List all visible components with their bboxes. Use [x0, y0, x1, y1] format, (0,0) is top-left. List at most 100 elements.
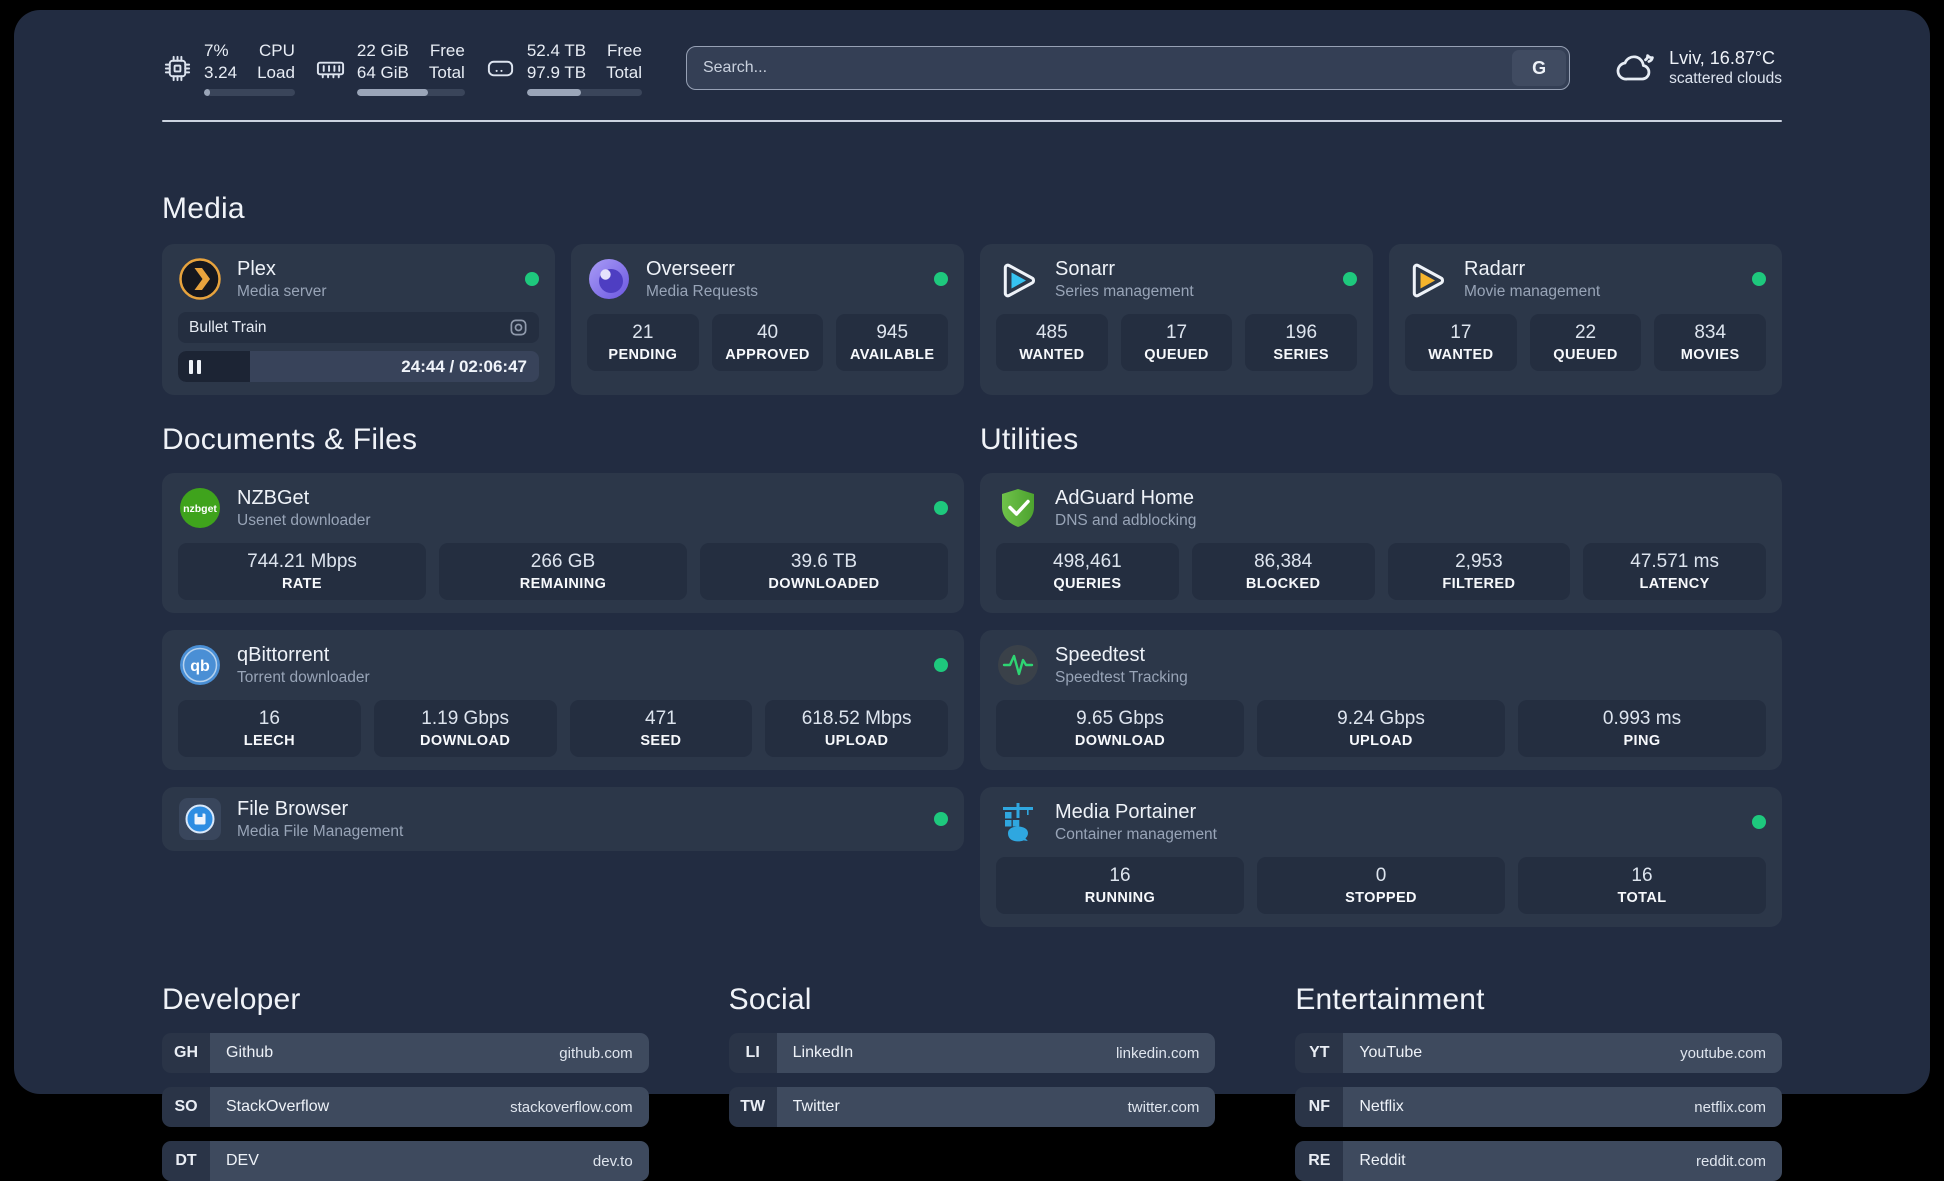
- service-card-adguard[interactable]: AdGuard Home DNS and adblocking 498,461Q…: [980, 473, 1782, 613]
- link-name: LinkedIn: [793, 1044, 854, 1062]
- section-heading-utilities: Utilities: [980, 423, 1782, 457]
- link-abbr: NF: [1295, 1087, 1343, 1127]
- overseerr-icon: [587, 257, 631, 301]
- link-name: Twitter: [793, 1098, 840, 1116]
- stat-tile: 471SEED: [570, 700, 753, 757]
- stat-tile: 0.993 msPING: [1518, 700, 1766, 757]
- weather-location-temp: Lviv, 16.87°C: [1669, 48, 1782, 69]
- pause-button[interactable]: [189, 360, 201, 374]
- status-dot: [934, 272, 948, 286]
- service-title: AdGuard Home: [1055, 487, 1196, 510]
- link-name: YouTube: [1359, 1044, 1422, 1062]
- service-title: Sonarr: [1055, 258, 1194, 281]
- radarr-icon: [1405, 257, 1449, 301]
- stat-tile: 0STOPPED: [1257, 857, 1505, 914]
- speedtest-icon: [996, 643, 1040, 687]
- link-url: stackoverflow.com: [510, 1099, 633, 1116]
- service-subtitle: Media File Management: [237, 823, 403, 841]
- service-title: NZBGet: [237, 487, 371, 510]
- playback-time: 24:44 / 02:06:47: [401, 357, 527, 377]
- service-subtitle: Media server: [237, 283, 327, 301]
- service-title: Plex: [237, 258, 327, 281]
- service-title: qBittorrent: [237, 644, 370, 667]
- stat-tile: 16LEECH: [178, 700, 361, 757]
- service-card-filebrowser[interactable]: File Browser Media File Management: [162, 787, 964, 851]
- service-card-qbittorrent[interactable]: qb qBittorrent Torrent downloader 16LEEC…: [162, 630, 964, 770]
- stat-tile: 17WANTED: [1405, 314, 1517, 371]
- system-stat-cpu: 7% 3.24 CPU Load: [162, 40, 295, 96]
- service-card-nzbget[interactable]: nzbget NZBGet Usenet downloader 744.21 M…: [162, 473, 964, 613]
- link-row-stackoverflow[interactable]: SO StackOverflow stackoverflow.com: [162, 1087, 649, 1127]
- link-row-linkedin[interactable]: LI LinkedIn linkedin.com: [729, 1033, 1216, 1073]
- stat-tile: 21PENDING: [587, 314, 699, 371]
- service-subtitle: Series management: [1055, 283, 1194, 301]
- status-dot: [934, 812, 948, 826]
- filebrowser-icon: [178, 797, 222, 841]
- service-subtitle: DNS and adblocking: [1055, 512, 1196, 530]
- cpu-load-label: Load: [257, 62, 295, 84]
- link-url: github.com: [559, 1045, 632, 1062]
- status-dot: [934, 501, 948, 515]
- link-name: Reddit: [1359, 1152, 1405, 1170]
- search-input[interactable]: [687, 47, 1509, 89]
- status-dot: [1752, 815, 1766, 829]
- storage-total-label: Total: [606, 62, 642, 84]
- link-name: DEV: [226, 1152, 259, 1170]
- link-url: reddit.com: [1696, 1153, 1766, 1170]
- service-title: Radarr: [1464, 258, 1600, 281]
- link-row-dev[interactable]: DT DEV dev.to: [162, 1141, 649, 1181]
- stat-tile: 498,461QUERIES: [996, 543, 1179, 600]
- weather-condition: scattered clouds: [1669, 70, 1782, 88]
- service-card-overseerr[interactable]: Overseerr Media Requests 21PENDING 40APP…: [571, 244, 964, 395]
- stat-tile: 39.6 TBDOWNLOADED: [700, 543, 948, 600]
- stat-tile: 9.65 GbpsDOWNLOAD: [996, 700, 1244, 757]
- link-abbr: GH: [162, 1033, 210, 1073]
- section-heading-documents: Documents & Files: [162, 423, 964, 457]
- stat-tile: 744.21 MbpsRATE: [178, 543, 426, 600]
- stat-tile: 945AVAILABLE: [836, 314, 948, 371]
- link-row-netflix[interactable]: NF Netflix netflix.com: [1295, 1087, 1782, 1127]
- link-row-twitter[interactable]: TW Twitter twitter.com: [729, 1087, 1216, 1127]
- cloud-icon: [1614, 47, 1656, 89]
- link-abbr: TW: [729, 1087, 777, 1127]
- adguard-icon: [996, 486, 1040, 530]
- service-subtitle: Movie management: [1464, 283, 1600, 301]
- cpu-icon: [162, 53, 193, 84]
- stat-tile: 1.19 GbpsDOWNLOAD: [374, 700, 557, 757]
- storage-free-value: 52.4 TB: [527, 40, 586, 62]
- links-column-developer: Developer GH Github github.com SO StackO…: [162, 983, 649, 1181]
- nzbget-icon: nzbget: [178, 486, 222, 530]
- media-grid: Plex Media server Bullet Train 24:44 / 0…: [162, 244, 1782, 395]
- stat-tile: 86,384BLOCKED: [1192, 543, 1375, 600]
- memory-free-value: 22 GiB: [357, 40, 409, 62]
- service-card-portainer[interactable]: Media Portainer Container management 16R…: [980, 787, 1782, 927]
- service-card-speedtest[interactable]: Speedtest Speedtest Tracking 9.65 GbpsDO…: [980, 630, 1782, 770]
- service-subtitle: Media Requests: [646, 283, 758, 301]
- service-title: Speedtest: [1055, 644, 1188, 667]
- link-row-youtube[interactable]: YT YouTube youtube.com: [1295, 1033, 1782, 1073]
- link-url: twitter.com: [1128, 1099, 1200, 1116]
- service-card-sonarr[interactable]: Sonarr Series management 485WANTED 17QUE…: [980, 244, 1373, 395]
- service-card-plex[interactable]: Plex Media server Bullet Train 24:44 / 0…: [162, 244, 555, 395]
- system-stat-memory: 22 GiB 64 GiB Free Total: [315, 40, 465, 96]
- service-subtitle: Usenet downloader: [237, 512, 371, 530]
- search-engine-button[interactable]: G: [1512, 50, 1566, 86]
- service-card-radarr[interactable]: Radarr Movie management 17WANTED 22QUEUE…: [1389, 244, 1782, 395]
- link-abbr: DT: [162, 1141, 210, 1181]
- link-row-github[interactable]: GH Github github.com: [162, 1033, 649, 1073]
- svg-text:nzbget: nzbget: [183, 503, 217, 515]
- link-row-reddit[interactable]: RE Reddit reddit.com: [1295, 1141, 1782, 1181]
- link-url: dev.to: [593, 1153, 633, 1170]
- service-subtitle: Container management: [1055, 826, 1217, 844]
- stat-tile: 40APPROVED: [712, 314, 824, 371]
- link-url: youtube.com: [1680, 1045, 1766, 1062]
- link-name: StackOverflow: [226, 1098, 329, 1116]
- link-abbr: YT: [1295, 1033, 1343, 1073]
- now-playing-title: Bullet Train: [189, 319, 267, 337]
- section-heading-entertainment: Entertainment: [1295, 983, 1782, 1017]
- dashboard: 7% 3.24 CPU Load: [14, 10, 1930, 1094]
- status-dot: [934, 658, 948, 672]
- ram-icon: [315, 53, 346, 84]
- section-heading-social: Social: [729, 983, 1216, 1017]
- storage-total-value: 97.9 TB: [527, 62, 586, 84]
